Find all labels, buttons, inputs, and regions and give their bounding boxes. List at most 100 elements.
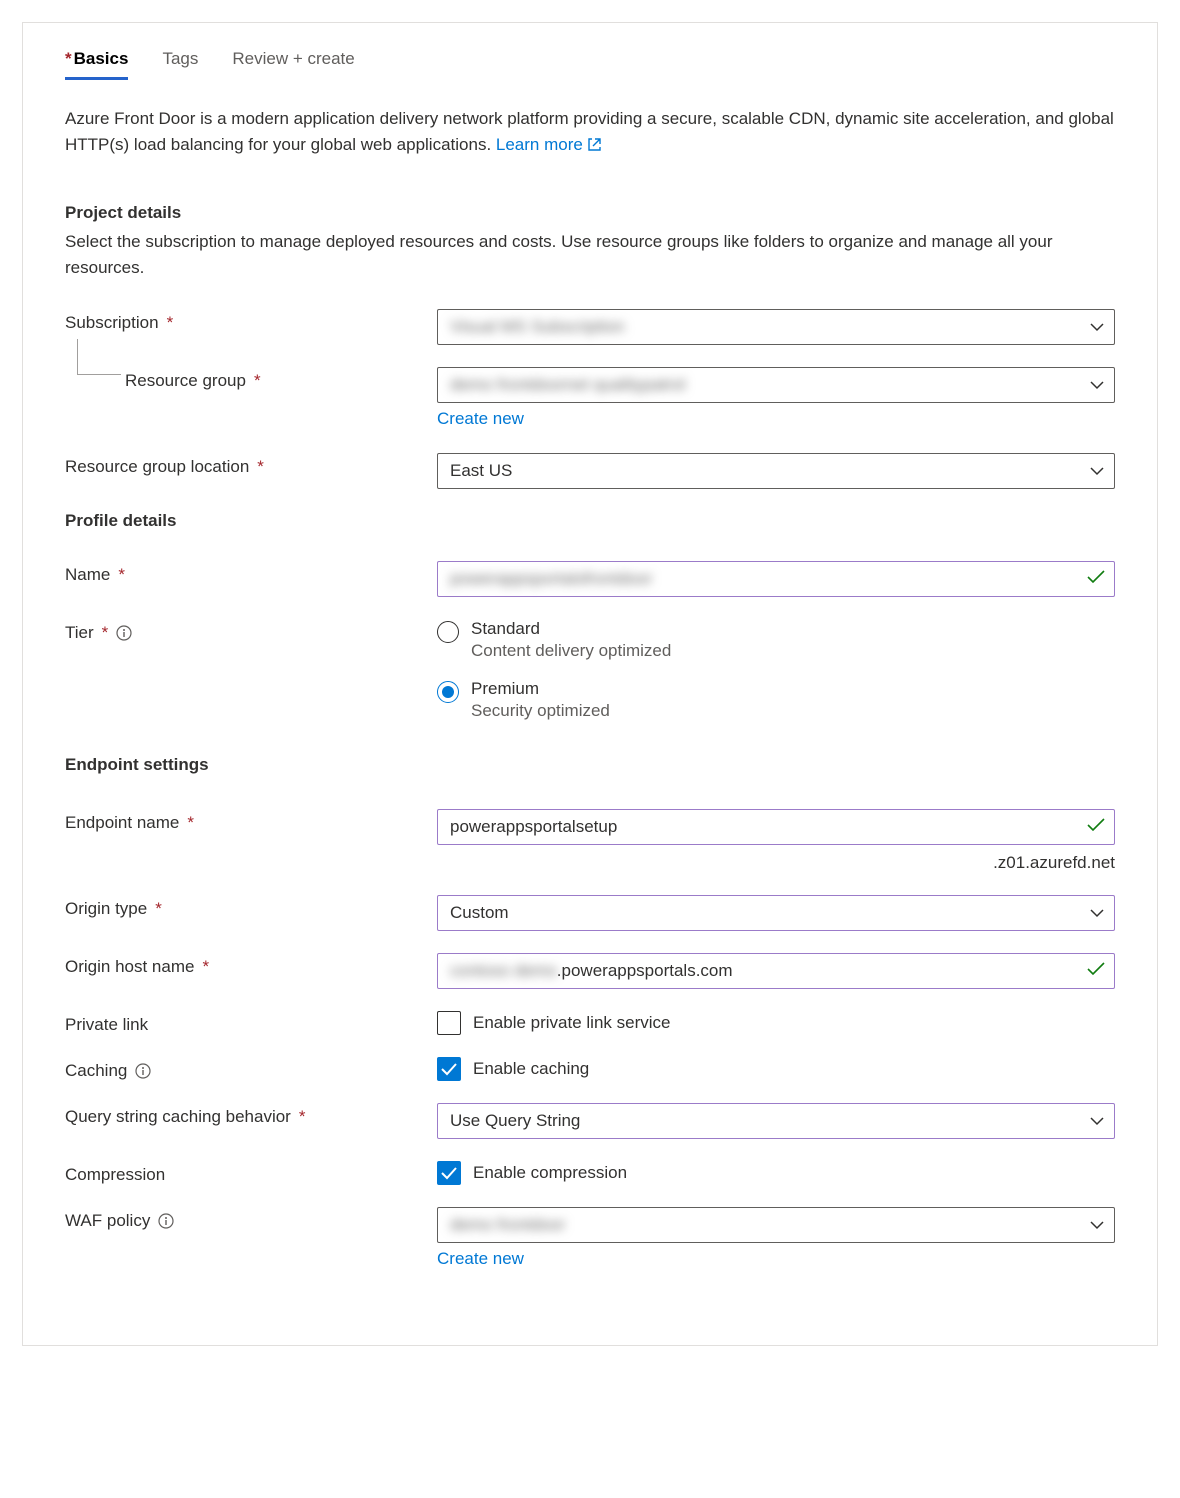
radio-circle-icon: [437, 681, 459, 703]
compression-label: Compression: [65, 1161, 437, 1185]
project-details-desc: Select the subscription to manage deploy…: [65, 229, 1115, 282]
subscription-label: Subscription *: [65, 309, 437, 333]
chevron-down-icon: [1090, 1111, 1104, 1131]
checkmark-icon: [1087, 817, 1105, 837]
external-link-icon: [587, 134, 602, 160]
tier-radio-standard[interactable]: Standard Content delivery optimized: [437, 619, 1115, 661]
checkmark-icon: [441, 1167, 457, 1180]
row-caching: Caching Enable caching: [65, 1057, 1115, 1081]
chevron-down-icon: [1090, 461, 1104, 481]
name-label: Name *: [65, 561, 437, 585]
form-panel: *Basics Tags Review + create Azure Front…: [22, 22, 1158, 1346]
row-private-link: Private link Enable private link service: [65, 1011, 1115, 1035]
subscription-value: Visual MS Subscription: [450, 317, 625, 337]
name-input[interactable]: powerappsportalsfrontdoor: [437, 561, 1115, 597]
row-compression: Compression Enable compression: [65, 1161, 1115, 1185]
row-waf-policy: WAF policy demo frontdoor Create new: [65, 1207, 1115, 1269]
origin-host-suffix: .powerappsportals.com: [557, 961, 733, 981]
tier-premium-desc: Security optimized: [471, 701, 610, 721]
info-icon[interactable]: [135, 1063, 151, 1079]
intro-text: Azure Front Door is a modern application…: [65, 106, 1115, 161]
chevron-down-icon: [1090, 903, 1104, 923]
caching-label: Caching: [65, 1057, 437, 1081]
waf-policy-label: WAF policy: [65, 1207, 437, 1231]
qs-behavior-value: Use Query String: [450, 1111, 580, 1131]
rg-location-label: Resource group location *: [65, 453, 437, 477]
compression-checkbox-label: Enable compression: [473, 1163, 627, 1183]
compression-checkbox[interactable]: [437, 1161, 461, 1185]
checkmark-icon: [1087, 569, 1105, 589]
required-marker: *: [65, 49, 72, 68]
required-marker: *: [202, 957, 209, 977]
origin-host-label: Origin host name *: [65, 953, 437, 977]
required-marker: *: [102, 623, 109, 643]
info-icon[interactable]: [158, 1213, 174, 1229]
private-link-checkbox-label: Enable private link service: [473, 1013, 670, 1033]
rg-location-value: East US: [450, 461, 512, 481]
origin-type-value: Custom: [450, 903, 509, 923]
chevron-down-icon: [1090, 317, 1104, 337]
subscription-select[interactable]: Visual MS Subscription: [437, 309, 1115, 345]
origin-host-prefix: contoso demo: [450, 961, 557, 981]
endpoint-name-value: powerappsportalsetup: [450, 817, 617, 837]
tier-radio-premium[interactable]: Premium Security optimized: [437, 679, 1115, 721]
tier-standard-desc: Content delivery optimized: [471, 641, 671, 661]
row-origin-host: Origin host name * contoso demo.powerapp…: [65, 953, 1115, 989]
required-marker: *: [167, 313, 174, 333]
checkmark-icon: [441, 1063, 457, 1076]
resource-group-select[interactable]: demo frontdoornet qualitypatrol: [437, 367, 1115, 403]
learn-more-link[interactable]: Learn more: [496, 135, 602, 154]
tier-label: Tier *: [65, 619, 437, 643]
endpoint-settings-title: Endpoint settings: [65, 755, 1115, 775]
row-resource-group: Resource group * demo frontdoornet quali…: [65, 367, 1115, 429]
tab-review-create[interactable]: Review + create: [232, 49, 354, 80]
rg-location-select[interactable]: East US: [437, 453, 1115, 489]
private-link-checkbox[interactable]: [437, 1011, 461, 1035]
private-link-label: Private link: [65, 1011, 437, 1035]
resource-group-value: demo frontdoornet qualitypatrol: [450, 375, 685, 395]
waf-policy-value: demo frontdoor: [450, 1215, 565, 1235]
qs-behavior-select[interactable]: Use Query String: [437, 1103, 1115, 1139]
required-marker: *: [257, 457, 264, 477]
endpoint-name-label: Endpoint name *: [65, 809, 437, 833]
required-marker: *: [118, 565, 125, 585]
qs-behavior-label: Query string caching behavior *: [65, 1103, 437, 1127]
learn-more-label: Learn more: [496, 135, 583, 154]
tier-premium-label: Premium: [471, 679, 610, 699]
info-icon[interactable]: [116, 625, 132, 641]
chevron-down-icon: [1090, 375, 1104, 395]
required-marker: *: [155, 899, 162, 919]
create-new-waf-link[interactable]: Create new: [437, 1249, 1115, 1269]
row-origin-type: Origin type * Custom: [65, 895, 1115, 931]
required-marker: *: [299, 1107, 306, 1127]
origin-host-input[interactable]: contoso demo.powerappsportals.com: [437, 953, 1115, 989]
tab-bar: *Basics Tags Review + create: [65, 49, 1115, 80]
chevron-down-icon: [1090, 1215, 1104, 1235]
caching-checkbox[interactable]: [437, 1057, 461, 1081]
tier-radio-group: Standard Content delivery optimized Prem…: [437, 619, 1115, 721]
create-new-rg-link[interactable]: Create new: [437, 409, 1115, 429]
project-details-title: Project details: [65, 203, 1115, 223]
tree-connector-line: [77, 339, 121, 375]
name-value: powerappsportalsfrontdoor: [450, 569, 652, 589]
row-qs-behavior: Query string caching behavior * Use Quer…: [65, 1103, 1115, 1139]
tab-label: Basics: [74, 49, 129, 68]
tab-tags[interactable]: Tags: [162, 49, 198, 80]
row-endpoint-name: Endpoint name * powerappsportalsetup .z0…: [65, 809, 1115, 873]
origin-type-label: Origin type *: [65, 895, 437, 919]
radio-circle-icon: [437, 621, 459, 643]
resource-group-label: Resource group *: [65, 367, 437, 391]
origin-type-select[interactable]: Custom: [437, 895, 1115, 931]
waf-policy-select[interactable]: demo frontdoor: [437, 1207, 1115, 1243]
required-marker: *: [187, 813, 194, 833]
required-marker: *: [254, 371, 261, 391]
profile-details-title: Profile details: [65, 511, 1115, 531]
endpoint-name-input[interactable]: powerappsportalsetup: [437, 809, 1115, 845]
row-subscription: Subscription * Visual MS Subscription: [65, 309, 1115, 345]
row-rg-location: Resource group location * East US: [65, 453, 1115, 489]
row-tier: Tier * Standard Content delivery optimiz…: [65, 619, 1115, 721]
tab-basics[interactable]: *Basics: [65, 49, 128, 80]
caching-checkbox-label: Enable caching: [473, 1059, 589, 1079]
checkmark-icon: [1087, 961, 1105, 981]
row-name: Name * powerappsportalsfrontdoor: [65, 561, 1115, 597]
